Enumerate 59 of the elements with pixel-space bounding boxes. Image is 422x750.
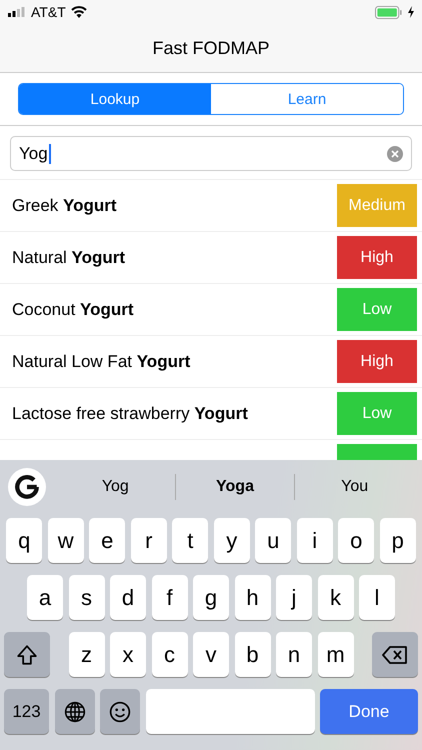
letter-key[interactable]: r (130, 518, 167, 563)
letter-key[interactable]: k (318, 575, 354, 620)
globe-icon (64, 700, 86, 722)
rating-tag: Low (337, 392, 417, 435)
done-key[interactable]: Done (320, 689, 418, 734)
food-name[interactable]: Coconut Yogurt (12, 300, 134, 320)
food-name[interactable]: Natural Low Fat Yogurt (12, 352, 190, 372)
letter-key[interactable]: p (380, 518, 416, 563)
battery-icon (375, 6, 403, 18)
signal-icon (8, 7, 26, 17)
rating-tag: Medium (337, 184, 417, 227)
letter-key[interactable]: l (359, 575, 395, 620)
smiley-icon (109, 700, 131, 722)
shift-key[interactable] (4, 632, 50, 677)
letter-key[interactable]: m (318, 632, 354, 677)
shift-icon (16, 644, 38, 666)
letter-key[interactable]: e (89, 518, 126, 563)
carrier-name: AT&T (31, 4, 66, 20)
clear-icon[interactable] (387, 146, 403, 162)
letter-key[interactable]: h (234, 575, 270, 620)
search-field[interactable]: Yog (10, 136, 412, 171)
letter-key[interactable]: f (152, 575, 188, 620)
delete-key[interactable] (372, 632, 418, 677)
letter-key[interactable]: s (68, 575, 104, 620)
food-name[interactable]: Natural Yogurt (12, 248, 126, 268)
letter-key[interactable]: b (234, 632, 270, 677)
rating-tag: High (337, 340, 417, 383)
letter-key[interactable]: j (276, 575, 312, 620)
letter-key[interactable]: c (152, 632, 188, 677)
rating-tag: Low (337, 288, 417, 331)
google-logo-icon[interactable] (8, 468, 46, 506)
letter-key[interactable]: n (276, 632, 312, 677)
letter-key[interactable]: g (193, 575, 229, 620)
letter-key[interactable]: a (27, 575, 63, 620)
letter-key[interactable]: x (110, 632, 146, 677)
food-name[interactable]: Greek Yogurt (12, 196, 117, 216)
suggestion[interactable]: Yog (56, 478, 175, 496)
wifi-icon (70, 6, 87, 18)
letter-key[interactable]: z (68, 632, 104, 677)
letter-key[interactable]: o (338, 518, 374, 563)
numbers-key[interactable]: 123 (4, 689, 49, 734)
letter-key[interactable]: i (296, 518, 333, 563)
charging-icon (408, 6, 414, 18)
letter-key[interactable]: t (172, 518, 208, 563)
globe-key[interactable] (54, 689, 94, 734)
letter-key[interactable]: y (214, 518, 250, 563)
food-name[interactable]: Lactose free strawberry Yogurt (12, 404, 248, 424)
letter-key[interactable]: d (110, 575, 146, 620)
letter-key[interactable]: q (6, 518, 42, 563)
letter-key[interactable]: u (255, 518, 292, 563)
segment-tab[interactable]: Lookup (19, 84, 211, 114)
suggestion[interactable]: You (295, 478, 414, 496)
letter-key[interactable]: w (48, 518, 84, 563)
screen-title: Fast FODMAP (152, 38, 270, 58)
letter-key[interactable]: v (193, 632, 229, 677)
emoji-key[interactable] (100, 689, 140, 734)
suggestion[interactable]: Yoga (176, 478, 294, 496)
backspace-icon (382, 646, 408, 664)
rating-tag: High (337, 236, 417, 279)
